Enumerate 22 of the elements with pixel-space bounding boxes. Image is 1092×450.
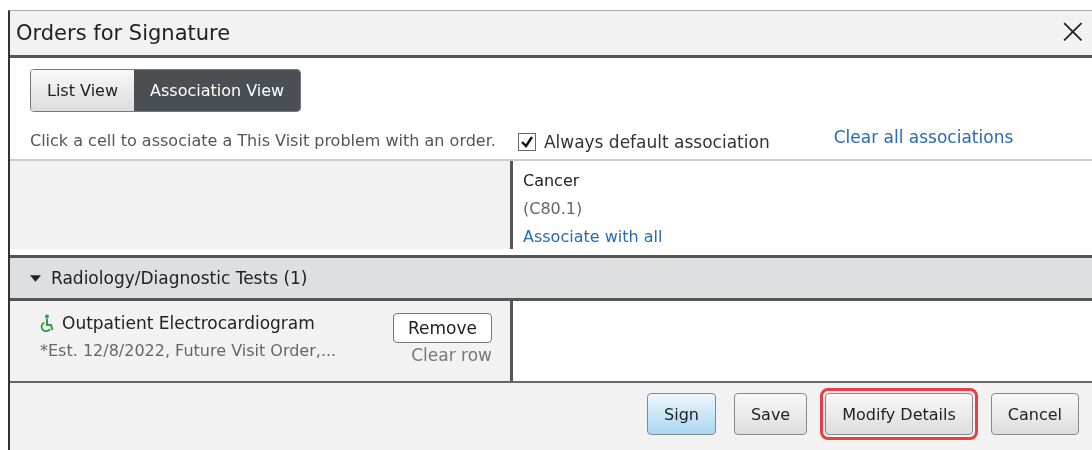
order-details: *Est. 12/8/2022, Future Visit Order,... [40,341,337,360]
close-button[interactable]: × [1057,13,1092,53]
footer-button[interactable]: Cancel [990,393,1079,435]
footer-button[interactable]: Modify Details [825,393,973,435]
associate-all-link[interactable]: Associate with all [523,223,1092,251]
instruction-text: Click a cell to associate a This Visit problem with an order. [30,130,496,150]
problem-name: Cancer [523,170,581,192]
checkbox[interactable] [517,133,536,151]
clear-all-link[interactable]: Clear all associations [833,127,1014,147]
view-tab[interactable]: Association View [134,70,301,111]
view-tab[interactable]: List View [31,70,135,111]
clear-row-link[interactable]: Clear row [411,345,492,365]
window-title: Orders for Signature [16,21,231,45]
order-name: Outpatient Electrocardiogram [62,313,315,333]
group-title: Radiology/Diagnostic Tests (1) [51,268,308,288]
footer-button[interactable]: Sign [647,393,716,435]
problem-code: (C80.1) [523,198,584,220]
default-association-checkbox[interactable]: Always default association [517,132,770,152]
footer-button[interactable]: Save [733,393,808,435]
wheelchair-icon [40,314,54,332]
remove-button[interactable]: Remove [393,313,492,343]
group-header[interactable]: Radiology/Diagnostic Tests (1) [10,255,1092,301]
